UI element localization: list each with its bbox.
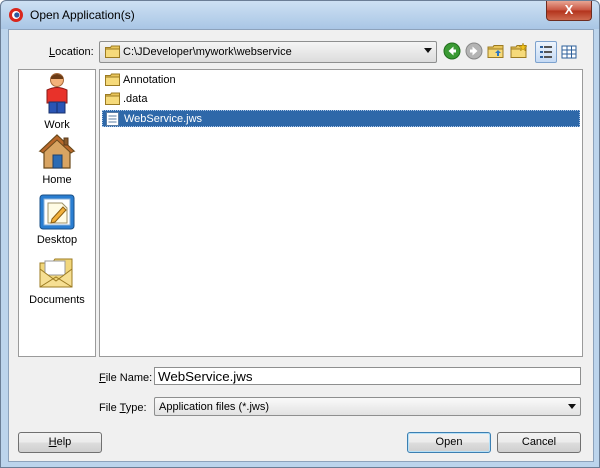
- list-view-button[interactable]: [535, 41, 557, 63]
- jws-file-icon: [106, 112, 119, 126]
- up-folder-icon[interactable]: [487, 42, 505, 60]
- location-label: Location:: [49, 46, 94, 58]
- list-item[interactable]: .data: [102, 91, 580, 108]
- location-combobox[interactable]: C:\JDeveloper\mywork\webservice: [99, 41, 437, 63]
- desktop-icon: [39, 194, 75, 230]
- file-type-label: File Type:: [99, 402, 147, 414]
- details-view-button[interactable]: [558, 41, 580, 63]
- file-name: WebService.jws: [124, 113, 203, 125]
- file-type-combobox[interactable]: Application files (*.jws): [154, 397, 581, 416]
- list-item[interactable]: Annotation: [102, 72, 580, 89]
- forward-icon[interactable]: [465, 42, 483, 60]
- home-icon: [38, 134, 76, 169]
- documents-icon: [39, 258, 73, 288]
- window-title: Open Application(s): [30, 8, 135, 22]
- work-person-icon: [46, 73, 68, 114]
- place-work[interactable]: Work: [19, 72, 95, 131]
- place-home[interactable]: Home: [19, 133, 95, 186]
- cancel-button[interactable]: Cancel: [497, 432, 581, 453]
- list-view-icon: [540, 46, 552, 58]
- chevron-down-icon[interactable]: [424, 48, 432, 53]
- new-folder-icon[interactable]: [510, 42, 528, 60]
- place-desktop[interactable]: Desktop: [19, 193, 95, 246]
- file-name-input[interactable]: [154, 367, 581, 385]
- file-name-label: File Name:: [99, 372, 153, 384]
- place-documents[interactable]: Documents: [19, 253, 95, 306]
- place-label: Home: [42, 174, 72, 186]
- location-path: C:\JDeveloper\mywork\webservice: [123, 46, 292, 58]
- list-item[interactable]: WebService.jws: [102, 110, 580, 127]
- oracle-app-icon: [9, 8, 23, 22]
- dialog-body: Location: C:\JDeveloper\mywork\webservic…: [8, 29, 594, 462]
- file-type-value: Application files (*.jws): [159, 401, 270, 413]
- folder-icon: [105, 45, 120, 58]
- open-button[interactable]: Open: [407, 432, 491, 453]
- details-view-icon: [561, 45, 577, 59]
- title-bar[interactable]: Open Application(s) X: [1, 1, 599, 29]
- place-label: Documents: [29, 294, 85, 306]
- file-name: Annotation: [123, 74, 176, 86]
- place-label: Work: [44, 119, 70, 131]
- help-button[interactable]: Help: [18, 432, 102, 453]
- back-icon[interactable]: [443, 42, 461, 60]
- file-list[interactable]: Annotation .data WebService.jws: [99, 69, 583, 357]
- open-application-dialog: Open Application(s) X Location: C:\JDeve…: [0, 0, 600, 468]
- chevron-down-icon[interactable]: [568, 404, 576, 409]
- file-name: .data: [123, 93, 148, 105]
- place-label: Desktop: [36, 234, 78, 246]
- folder-icon: [105, 92, 120, 105]
- folder-icon: [105, 73, 120, 86]
- close-button[interactable]: X: [546, 1, 592, 21]
- places-bar: Work Home Desktop Documents: [18, 69, 96, 357]
